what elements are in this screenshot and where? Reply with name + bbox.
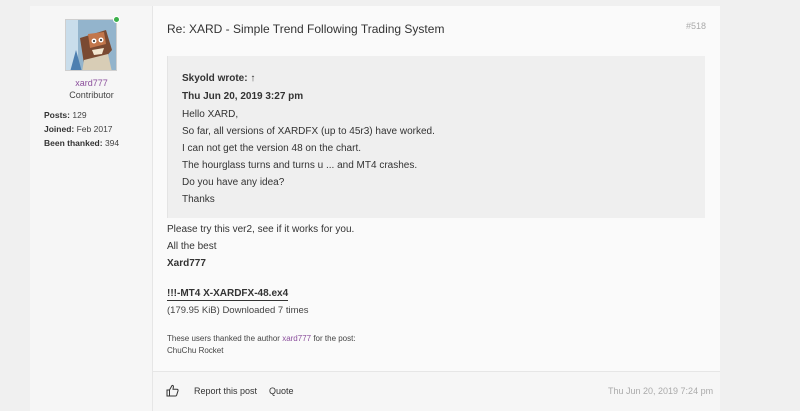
report-post-button[interactable]: Report this post [194, 386, 257, 396]
post-title[interactable]: Re: XARD - Simple Trend Following Tradin… [167, 22, 444, 36]
post-text: Please try this ver2, see if it works fo… [167, 224, 355, 235]
quote-line: So far, all versions of XARDFX (up to 45… [182, 126, 435, 137]
post-number-link[interactable]: #518 [686, 21, 706, 31]
attachment-link[interactable]: !!!-MT4 X-XARDFX-48.ex4 [167, 288, 289, 301]
author-stat-posts: Posts: 129 [44, 110, 87, 120]
quote-line: Do you have any idea? [182, 177, 285, 188]
post-signature: Xard777 [167, 258, 206, 269]
quote-line: Hello XARD, [182, 109, 239, 120]
quote-header[interactable]: Skyold wrote: ↑ [182, 73, 255, 84]
post-timestamp: Thu Jun 20, 2019 7:24 pm [608, 386, 714, 396]
quote-date: Thu Jun 20, 2019 3:27 pm [182, 91, 304, 102]
author-rank: Contributor [69, 90, 114, 100]
thanks-author-link[interactable]: xard777 [282, 334, 311, 343]
post-text: All the best [167, 241, 217, 252]
author-stat-joined: Joined: Feb 2017 [44, 124, 113, 134]
author-stat-thanked: Been thanked: 394 [44, 138, 120, 148]
quote-line: Thanks [182, 194, 215, 205]
quote-button[interactable]: Quote [269, 386, 294, 396]
online-status-icon [113, 16, 120, 23]
thanks-users[interactable]: ChuChu Rocket [167, 346, 223, 355]
author-username[interactable]: xard777 [30, 78, 153, 88]
like-icon[interactable] [166, 384, 179, 397]
thanks-text: These users thanked the author xard777 f… [167, 334, 356, 343]
quote-line: The hourglass turns and turns u ... and … [182, 160, 418, 171]
quote-line: I can not get the version 48 on the char… [182, 143, 362, 154]
attachment-meta: (179.95 KiB) Downloaded 7 times [167, 305, 309, 316]
avatar[interactable] [65, 19, 117, 71]
